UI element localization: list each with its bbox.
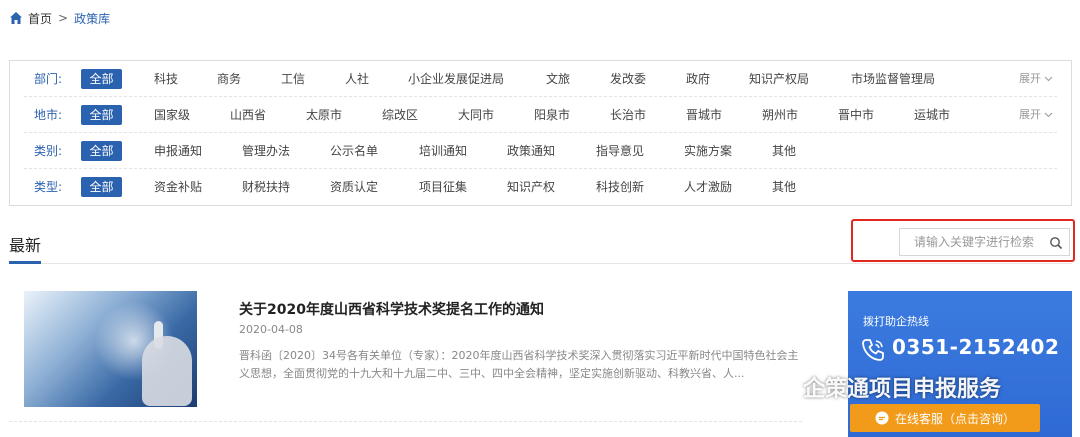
filter-option[interactable]: 人社 xyxy=(345,69,369,89)
latest-tab-underline xyxy=(9,261,41,264)
breadcrumb-home-link[interactable]: 首页 xyxy=(28,10,52,27)
article-summary: 晋科函〔2020〕34号各有关单位（专家）：2020年度山西省科学技术奖深入贯彻… xyxy=(239,349,799,380)
chevron-down-icon xyxy=(1044,112,1053,118)
filter-option[interactable]: 市场监督管理局 xyxy=(851,69,935,89)
filter-option[interactable]: 晋城市 xyxy=(686,105,722,125)
search-box xyxy=(899,228,1070,256)
filter-option[interactable]: 太原市 xyxy=(306,105,342,125)
watermark-text: 企策通项目申报服务 xyxy=(803,377,1002,402)
filter-option[interactable]: 资质认定 xyxy=(330,177,378,197)
article-title[interactable]: 关于2020年度山西省科学技术奖提名工作的通知 xyxy=(239,299,544,319)
filter-option[interactable]: 指导意见 xyxy=(596,141,644,161)
breadcrumb-separator: > xyxy=(58,11,69,25)
search-icon[interactable] xyxy=(1049,235,1063,250)
filter-option[interactable]: 人才激励 xyxy=(684,177,732,197)
article-thumbnail[interactable] xyxy=(24,291,197,407)
filter-label-department: 部门: xyxy=(34,72,63,86)
filter-option[interactable]: 政策通知 xyxy=(507,141,555,161)
filter-option-all[interactable]: 全部 xyxy=(81,141,122,161)
filter-option[interactable]: 知识产权 xyxy=(507,177,555,197)
hotline-number: 0351-2152402 xyxy=(892,335,1060,359)
filter-option[interactable]: 资金补贴 xyxy=(154,177,202,197)
filter-row-department: 部门: 全部 科技 商务 工信 人社 小企业发展促进局 文旅 发改委 政府 知识… xyxy=(10,62,1071,97)
phone-icon xyxy=(860,337,886,363)
expand-toggle-department[interactable]: 展开 xyxy=(1019,62,1053,96)
expand-toggle-city[interactable]: 展开 xyxy=(1019,98,1053,132)
online-service-label: 在线客服（点击咨询） xyxy=(894,411,1015,426)
filter-label-category: 类别: xyxy=(34,144,63,158)
filter-option[interactable]: 管理办法 xyxy=(242,141,290,161)
wechat-icon xyxy=(764,375,794,398)
article-divider xyxy=(9,421,802,422)
filter-option[interactable]: 国家级 xyxy=(154,105,190,125)
filter-option[interactable]: 文旅 xyxy=(546,69,570,89)
article-date: 2020-04-08 xyxy=(239,323,303,336)
filter-row-category: 类别: 全部 申报通知 管理办法 公示名单 培训通知 政策通知 指导意见 实施方… xyxy=(10,134,1071,169)
filter-option[interactable]: 山西省 xyxy=(230,105,266,125)
breadcrumb: 首页 > 政策库 xyxy=(9,9,110,27)
filter-option[interactable]: 申报通知 xyxy=(154,141,202,161)
online-service-button[interactable]: 在线客服（点击咨询） xyxy=(850,404,1040,432)
filter-label-city: 地市: xyxy=(34,108,63,122)
home-icon[interactable] xyxy=(9,11,23,25)
filter-option[interactable]: 其他 xyxy=(772,177,796,197)
filter-option[interactable]: 小企业发展促进局 xyxy=(408,69,504,89)
filter-option[interactable]: 项目征集 xyxy=(419,177,467,197)
filter-row-city: 地市: 全部 国家级 山西省 太原市 综改区 大同市 阳泉市 长治市 晋城市 朔… xyxy=(10,98,1071,133)
latest-tab[interactable]: 最新 xyxy=(9,232,41,256)
search-input[interactable] xyxy=(900,230,1040,254)
filter-option[interactable]: 工信 xyxy=(281,69,305,89)
section-divider xyxy=(9,263,1072,264)
chat-icon xyxy=(875,411,889,425)
filter-option-all[interactable]: 全部 xyxy=(81,177,122,197)
filter-option[interactable]: 运城市 xyxy=(914,105,950,125)
article-item[interactable]: 关于2020年度山西省科学技术奖提名工作的通知 2020-04-08 晋科函〔2… xyxy=(24,291,804,409)
filter-option[interactable]: 晋中市 xyxy=(838,105,874,125)
filter-option[interactable]: 朔州市 xyxy=(762,105,798,125)
filter-option[interactable]: 政府 xyxy=(686,69,710,89)
filter-option[interactable]: 商务 xyxy=(217,69,241,89)
filter-option[interactable]: 发改委 xyxy=(610,69,646,89)
hotline-label: 拨打助企热线 xyxy=(863,315,929,328)
expand-label: 展开 xyxy=(1019,108,1041,121)
hotline-card: 拨打助企热线 0351-2152402 在线客服（点击咨询） xyxy=(848,291,1072,437)
filter-label-type: 类型: xyxy=(34,180,63,194)
filter-option[interactable]: 科技 xyxy=(154,69,178,89)
filter-option-all[interactable]: 全部 xyxy=(81,105,122,125)
watermark: 企策通项目申报服务 xyxy=(763,371,1001,403)
filter-panel: 部门: 全部 科技 商务 工信 人社 小企业发展促进局 文旅 发改委 政府 知识… xyxy=(9,60,1072,206)
filter-option[interactable]: 大同市 xyxy=(458,105,494,125)
filter-row-type: 类型: 全部 资金补贴 财税扶持 资质认定 项目征集 知识产权 科技创新 人才激… xyxy=(10,170,1071,204)
filter-option[interactable]: 阳泉市 xyxy=(534,105,570,125)
filter-option[interactable]: 实施方案 xyxy=(684,141,732,161)
filter-option[interactable]: 知识产权局 xyxy=(749,69,809,89)
breadcrumb-current[interactable]: 政策库 xyxy=(74,10,110,27)
filter-option[interactable]: 综改区 xyxy=(382,105,418,125)
filter-option[interactable]: 财税扶持 xyxy=(242,177,290,197)
chevron-down-icon xyxy=(1044,76,1053,82)
filter-option[interactable]: 公示名单 xyxy=(330,141,378,161)
filter-option[interactable]: 科技创新 xyxy=(596,177,644,197)
filter-option-all[interactable]: 全部 xyxy=(81,69,122,89)
filter-option[interactable]: 长治市 xyxy=(610,105,646,125)
filter-option[interactable]: 培训通知 xyxy=(419,141,467,161)
expand-label: 展开 xyxy=(1019,72,1041,85)
filter-option[interactable]: 其他 xyxy=(772,141,796,161)
